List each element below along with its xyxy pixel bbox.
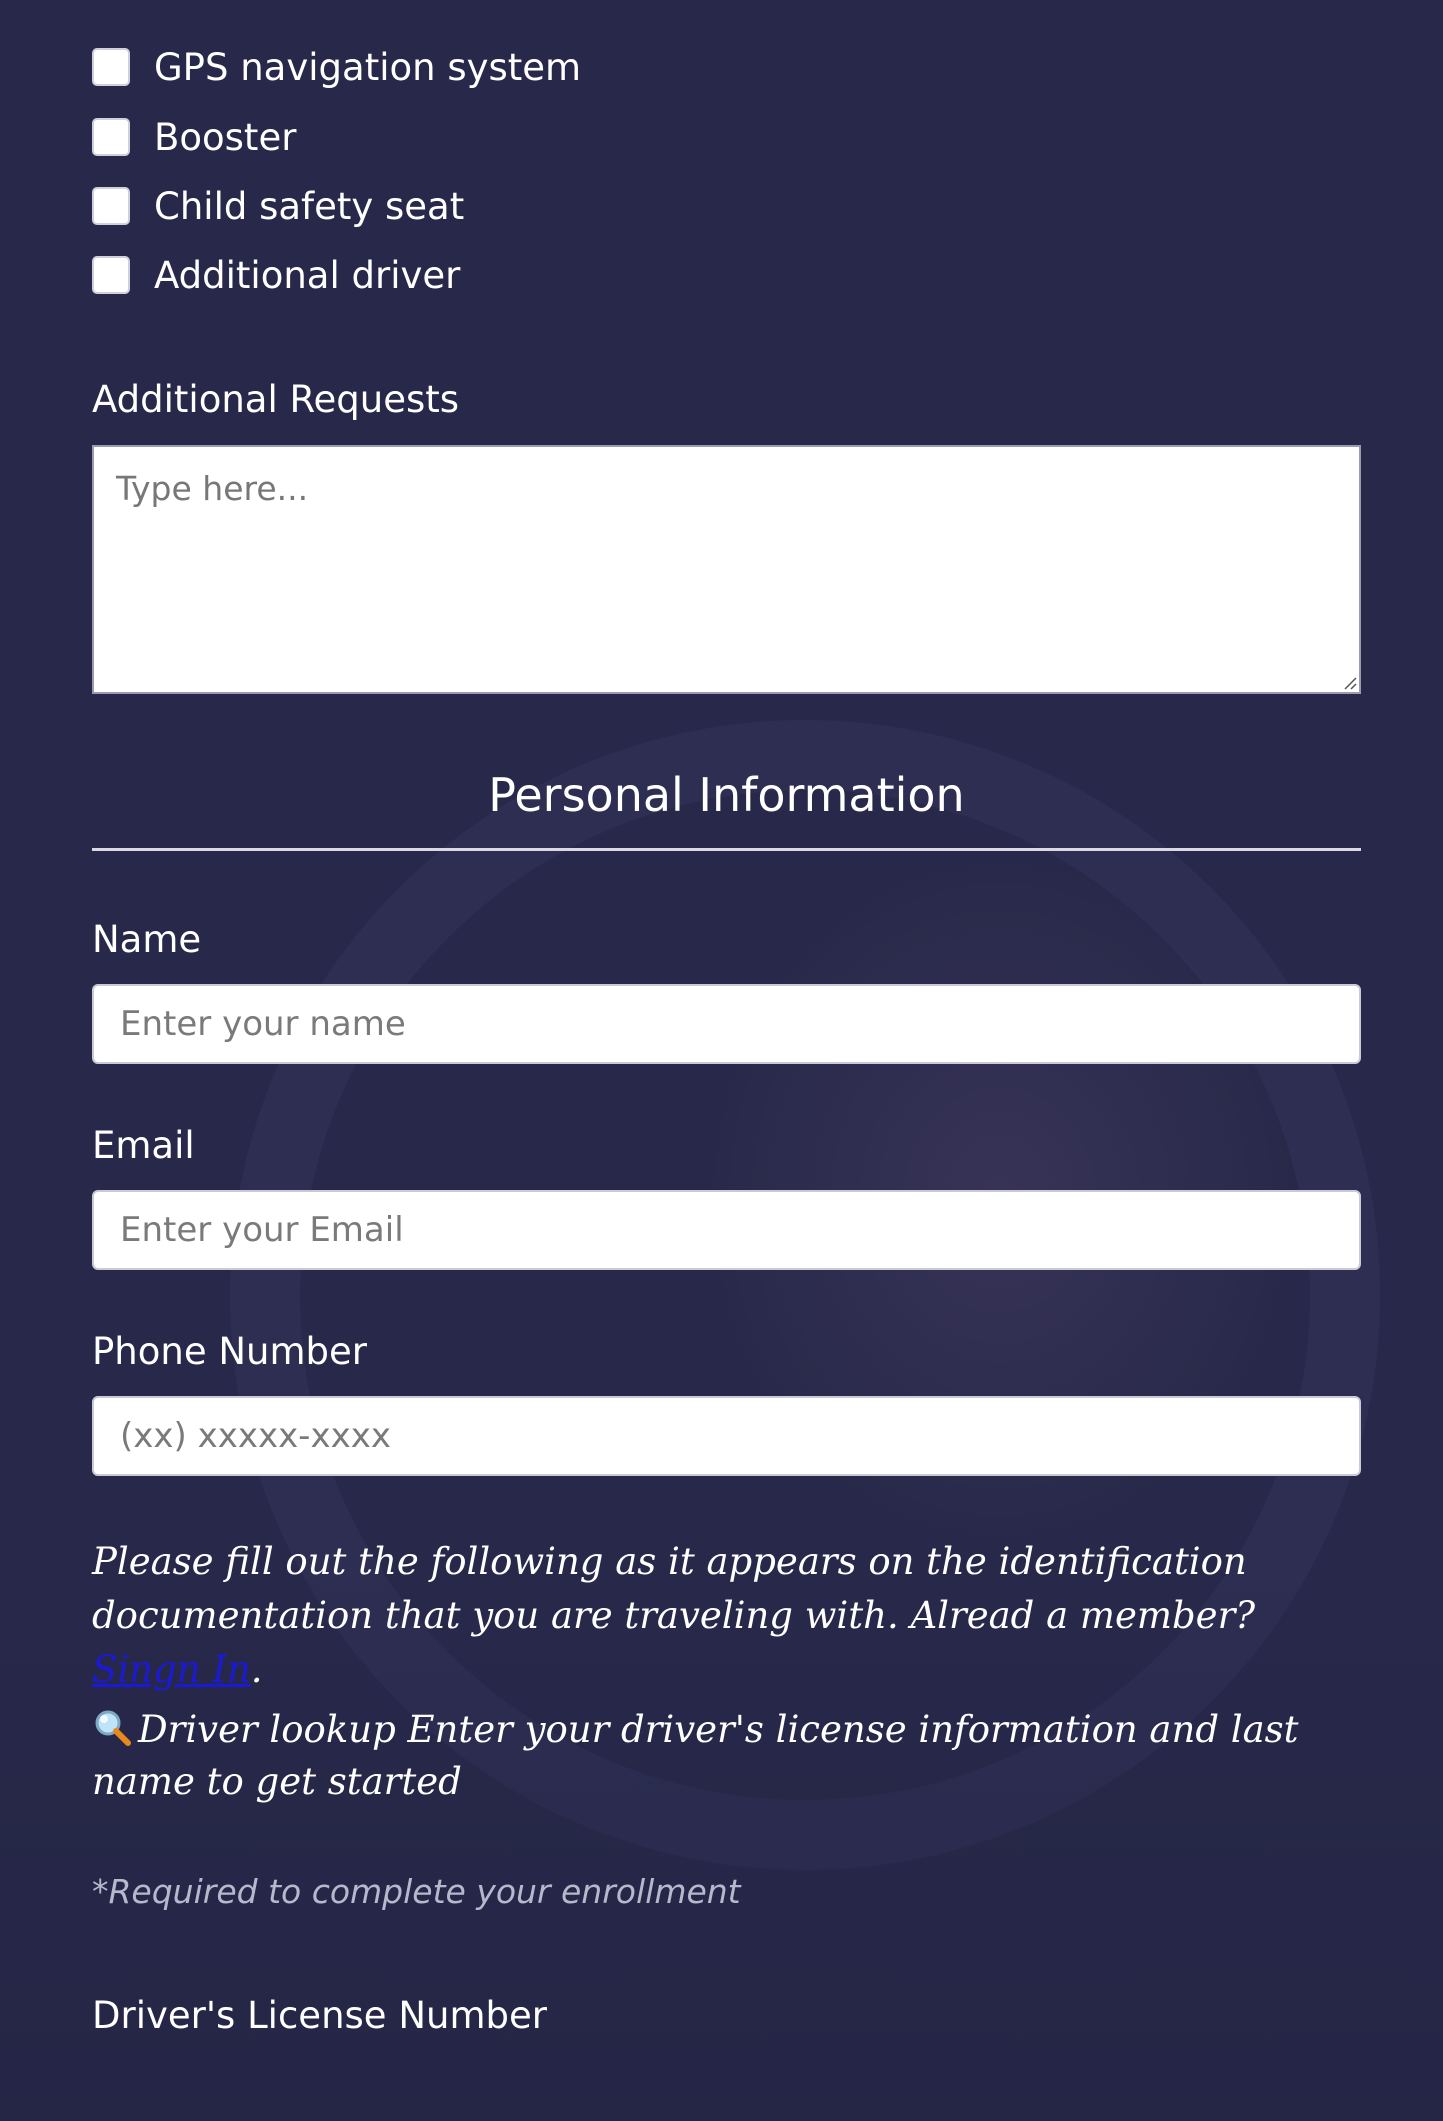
child-seat-label: Child safety seat: [154, 184, 465, 228]
background-steering-wheel: [230, 720, 1380, 1870]
additional-driver-label: Additional driver: [154, 253, 461, 297]
email-input[interactable]: [92, 1190, 1361, 1270]
phone-input[interactable]: [92, 1396, 1361, 1476]
section-title-personal-information: Personal Information: [488, 768, 965, 822]
required-note: *Required to complete your enrollment: [92, 1872, 741, 1911]
additional-requests-label: Additional Requests: [92, 378, 460, 421]
drivers-license-label: Driver's License Number: [92, 1994, 547, 2037]
option-booster[interactable]: Booster: [92, 115, 296, 159]
driver-lookup-note: Driver lookup Enter your driver's licens…: [92, 1704, 1361, 1808]
booster-checkbox[interactable]: [92, 118, 130, 156]
identification-note-suffix: .: [250, 1648, 263, 1691]
identification-note: Please fill out the following as it appe…: [92, 1535, 1361, 1697]
booster-label: Booster: [154, 115, 297, 159]
gps-label: GPS navigation system: [154, 45, 582, 89]
option-gps[interactable]: GPS navigation system: [92, 45, 581, 89]
resize-grip-icon[interactable]: [1341, 674, 1357, 690]
additional-driver-checkbox[interactable]: [92, 256, 130, 294]
gps-checkbox[interactable]: [92, 48, 130, 86]
child-seat-checkbox[interactable]: [92, 187, 130, 225]
driver-lookup-text: Driver lookup Enter your driver's licens…: [92, 1708, 1299, 1803]
phone-label: Phone Number: [92, 1330, 368, 1373]
magnifying-glass-icon: [95, 1710, 131, 1746]
identification-note-text: Please fill out the following as it appe…: [92, 1540, 1256, 1637]
section-divider: [92, 848, 1361, 851]
name-input[interactable]: [92, 984, 1361, 1064]
sign-in-link[interactable]: Singn In: [92, 1648, 251, 1691]
name-label: Name: [92, 918, 202, 961]
option-child-seat[interactable]: Child safety seat: [92, 184, 464, 228]
additional-requests-textarea[interactable]: [92, 445, 1361, 694]
option-additional-driver[interactable]: Additional driver: [92, 253, 460, 297]
email-label: Email: [92, 1124, 195, 1167]
